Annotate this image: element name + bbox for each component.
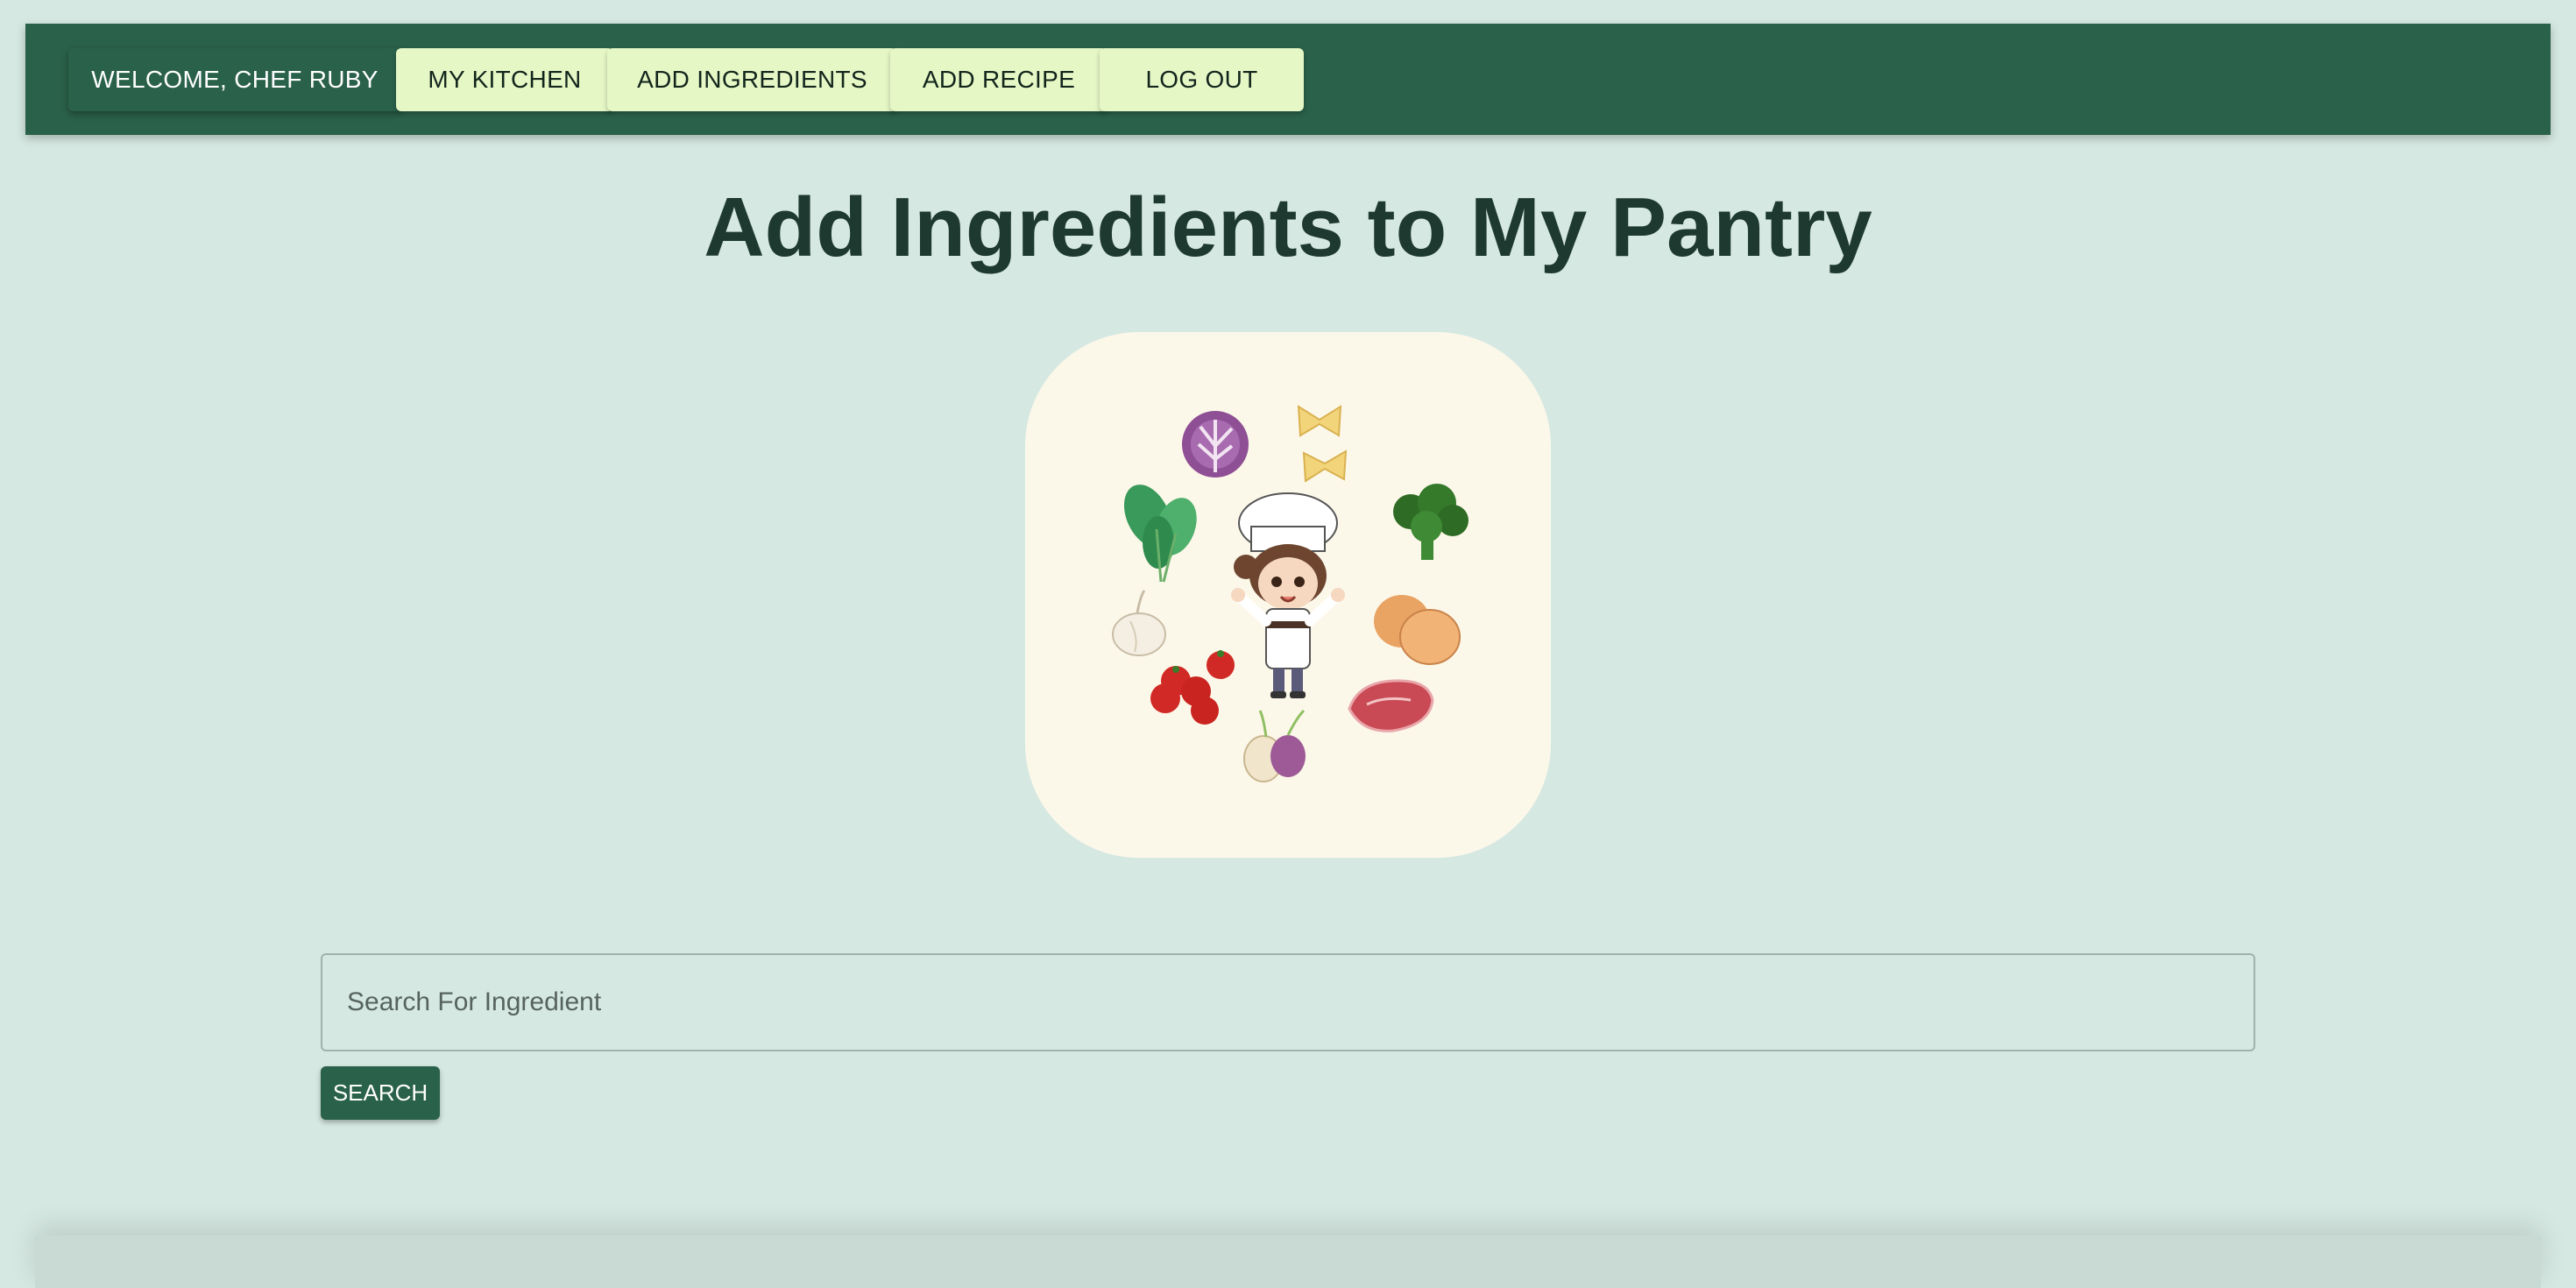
ingredient-search-input[interactable]: [321, 953, 2255, 1051]
page-title: Add Ingredients to My Pantry: [704, 180, 1872, 274]
add-recipe-button[interactable]: ADD RECIPE: [890, 48, 1108, 111]
log-out-button[interactable]: LOG OUT: [1100, 48, 1304, 111]
footer-shadow: [35, 1235, 2541, 1288]
search-button[interactable]: SEARCH: [321, 1066, 440, 1120]
broccoli-icon: [1393, 484, 1468, 560]
steak-icon: [1348, 679, 1434, 732]
welcome-chef-button[interactable]: WELCOME, CHEF RUBY: [68, 48, 401, 111]
purple-cabbage-icon: [1182, 411, 1249, 478]
tomatoes-icon: [1150, 650, 1235, 725]
my-kitchen-button[interactable]: MY KITCHEN: [396, 48, 613, 111]
add-ingredients-button[interactable]: ADD INGREDIENTS: [607, 48, 897, 111]
top-navbar: WELCOME, CHEF RUBY MY KITCHEN ADD INGRED…: [25, 24, 2551, 135]
garlic-icon: [1112, 590, 1166, 656]
farfalle-pasta-icon: [1297, 405, 1348, 483]
chef-character-icon: [1231, 492, 1345, 698]
spinach-icon: [1123, 485, 1197, 583]
chef-ingredients-illustration: [1025, 332, 1551, 858]
eggs-icon: [1374, 595, 1461, 665]
onions-icon: [1243, 709, 1306, 782]
